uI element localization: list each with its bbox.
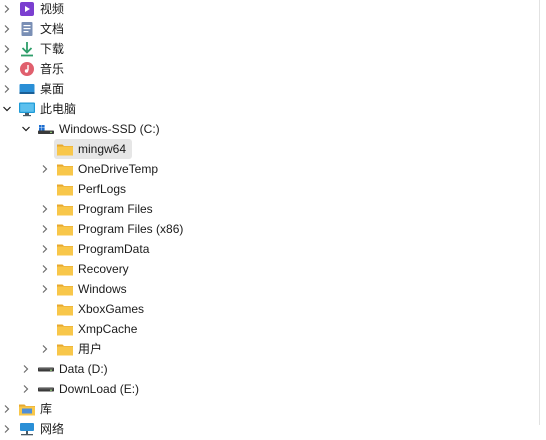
chevron-right-icon[interactable]: [38, 159, 52, 179]
music-icon: [18, 61, 36, 77]
tree-item-onedrivetemp[interactable]: OneDriveTemp: [0, 159, 533, 179]
chevron-right-icon[interactable]: [38, 199, 52, 219]
folder-icon: [56, 161, 74, 177]
chevron-down-icon[interactable]: [19, 119, 33, 139]
chevron-right-icon[interactable]: [38, 339, 52, 359]
vertical-scrollbar[interactable]: [533, 0, 546, 425]
folder-icon: [56, 221, 74, 237]
drive-c-icon: [37, 121, 55, 137]
chevron-right-icon[interactable]: [0, 19, 14, 39]
libraries-icon: [18, 401, 36, 417]
tree-item-program-files-x86[interactable]: Program Files (x86): [0, 219, 533, 239]
download-arrow-icon: [18, 41, 36, 57]
tree-item-label: Program Files: [78, 202, 153, 216]
tree-item-label: XmpCache: [78, 322, 138, 336]
tree-item-node-20[interactable]: 库: [0, 399, 533, 419]
tree-item-node-2[interactable]: 下载: [0, 39, 533, 59]
tree-item-label: 此电脑: [40, 102, 77, 116]
tree-item-recovery[interactable]: Recovery: [0, 259, 533, 279]
scrollbar-track[interactable]: [539, 0, 540, 425]
tree-item-label: DownLoad (E:): [59, 382, 140, 396]
folder-icon: [56, 261, 74, 277]
chevron-down-icon[interactable]: [0, 99, 14, 119]
folder-icon: [56, 321, 74, 337]
drive-icon: [37, 381, 55, 397]
tree-item-programdata[interactable]: ProgramData: [0, 239, 533, 259]
folder-icon: [56, 241, 74, 257]
tree-item-node-1[interactable]: 文档: [0, 19, 533, 39]
tree-item-label: Recovery: [78, 262, 129, 276]
tree-item-label: 音乐: [40, 62, 65, 76]
tree-item-label: Windows: [78, 282, 127, 296]
chevron-right-icon[interactable]: [0, 399, 14, 419]
tree-item-label: Windows-SSD (C:): [59, 122, 160, 136]
tree-item-label: PerfLogs: [78, 182, 127, 196]
tree-item-label: ProgramData: [78, 242, 150, 256]
chevron-right-icon[interactable]: [38, 219, 52, 239]
tree-item-label: XboxGames: [78, 302, 145, 316]
tree-item-program-files[interactable]: Program Files: [0, 199, 533, 219]
tree-item-node-5[interactable]: 此电脑: [0, 99, 533, 119]
navigation-pane-tree: 视频 文档 下载 音乐 桌面 此电脑 Windows-SSD (C:) ming…: [0, 0, 533, 439]
folder-icon: [56, 301, 74, 317]
chevron-right-icon[interactable]: [19, 379, 33, 399]
tree-item-label: 视频: [40, 2, 65, 16]
tree-item-node-0[interactable]: 视频: [0, 0, 533, 19]
tree-item-xboxgames[interactable]: XboxGames: [0, 299, 533, 319]
folder-icon: [56, 181, 74, 197]
video-library-icon: [18, 1, 36, 17]
tree-item-label: 下载: [40, 42, 65, 56]
chevron-right-icon[interactable]: [0, 0, 14, 19]
tree-item-windows-ssd-c[interactable]: Windows-SSD (C:): [0, 119, 533, 139]
folder-icon: [56, 141, 74, 157]
documents-icon: [18, 21, 36, 37]
tree-item-node-21[interactable]: 网络: [0, 419, 533, 439]
tree-item-data-d[interactable]: Data (D:): [0, 359, 533, 379]
chevron-right-icon[interactable]: [0, 419, 14, 439]
chevron-right-icon[interactable]: [0, 39, 14, 59]
drive-icon: [37, 361, 55, 377]
folder-icon: [56, 341, 74, 357]
chevron-right-icon[interactable]: [38, 279, 52, 299]
tree-item-mingw64[interactable]: mingw64: [0, 139, 533, 159]
tree-item-download-e[interactable]: DownLoad (E:): [0, 379, 533, 399]
tree-item-windows[interactable]: Windows: [0, 279, 533, 299]
desktop-icon: [18, 81, 36, 97]
tree-item-label: 文档: [40, 22, 65, 36]
tree-item-perflogs[interactable]: PerfLogs: [0, 179, 533, 199]
chevron-right-icon[interactable]: [0, 59, 14, 79]
tree-item-node-3[interactable]: 音乐: [0, 59, 533, 79]
tree-item-label: Program Files (x86): [78, 222, 184, 236]
chevron-right-icon[interactable]: [19, 359, 33, 379]
tree-item-label: OneDriveTemp: [78, 162, 159, 176]
tree-item-label: 用户: [78, 342, 103, 356]
tree-item-label: Data (D:): [59, 362, 108, 376]
folder-icon: [56, 201, 74, 217]
tree-item-xmpcache[interactable]: XmpCache: [0, 319, 533, 339]
folder-icon: [56, 281, 74, 297]
tree-item-label: 网络: [40, 422, 65, 436]
chevron-right-icon[interactable]: [38, 259, 52, 279]
chevron-right-icon[interactable]: [38, 239, 52, 259]
this-pc-icon: [18, 101, 36, 117]
chevron-right-icon[interactable]: [0, 79, 14, 99]
tree-item-label: 桌面: [40, 82, 65, 96]
tree-item-label: mingw64: [78, 142, 127, 156]
network-icon: [18, 421, 36, 437]
tree-item-node-4[interactable]: 桌面: [0, 79, 533, 99]
tree-item-node-17[interactable]: 用户: [0, 339, 533, 359]
tree-item-label: 库: [40, 402, 53, 416]
